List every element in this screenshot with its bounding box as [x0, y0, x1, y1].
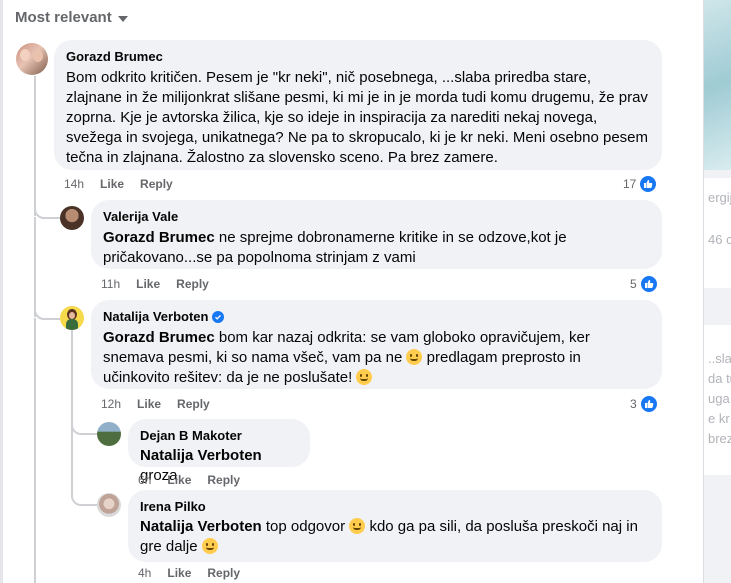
smirking-emoji-icon — [349, 518, 366, 534]
reaction-number: 17 — [623, 177, 637, 191]
mention-link[interactable]: Natalija Verboten — [140, 518, 262, 535]
like-button[interactable]: Like — [136, 277, 160, 291]
comment-actions: 11h Like Reply — [101, 277, 209, 291]
reply-button[interactable]: Reply — [207, 566, 240, 580]
background-image — [704, 0, 731, 170]
reply-button[interactable]: Reply — [207, 473, 240, 487]
mention-link[interactable]: Gorazd Brumec — [103, 329, 215, 346]
comment-author[interactable]: Gorazd Brumec — [66, 48, 650, 65]
background-text: ergija — [708, 190, 731, 205]
reaction-count[interactable]: 17 — [623, 175, 658, 193]
background-text: uga za — [708, 391, 731, 406]
background-page: ergija 46 co ..slab da tu uga za e kr br… — [704, 0, 731, 583]
comment-time[interactable]: 6h — [138, 473, 151, 487]
reply-button[interactable]: Reply — [140, 177, 173, 191]
background-text: e kr — [708, 411, 730, 426]
comment-author-row: Natalija Verboten — [103, 308, 650, 325]
background-text: ..slab — [708, 351, 731, 366]
comment-time[interactable]: 12h — [101, 397, 121, 411]
comment-actions: 4h Like Reply — [138, 566, 240, 580]
background-card: ergija 46 co — [704, 178, 731, 288]
mention-link[interactable]: Gorazd Brumec — [103, 229, 215, 246]
comment-bubble: Gorazd Brumec Bom odkrito kritičen. Pese… — [54, 40, 662, 170]
reaction-number: 5 — [630, 277, 637, 291]
grimacing-emoji-icon — [201, 538, 218, 554]
comment-body: top odgovor — [261, 518, 350, 535]
thread-connector — [34, 296, 60, 320]
comment-actions: 12h Like Reply — [101, 397, 210, 411]
winking-emoji-icon — [356, 369, 373, 385]
avatar[interactable] — [16, 43, 48, 75]
comment-time[interactable]: 4h — [138, 566, 151, 580]
comment-time[interactable]: 14h — [64, 177, 84, 191]
comment-author[interactable]: Irena Pilko — [140, 498, 650, 515]
thread-connector — [34, 195, 60, 219]
comment-text: Gorazd Brumec bom kar nazaj odkrita: se … — [103, 328, 650, 388]
reply-button[interactable]: Reply — [177, 397, 210, 411]
thread-connector — [71, 413, 97, 435]
like-button[interactable]: Like — [167, 566, 191, 580]
comment-bubble: Irena Pilko Natalija Verboten top odgovo… — [128, 490, 662, 562]
sort-label: Most relevant — [15, 9, 112, 26]
verified-badge-icon — [212, 310, 225, 323]
comment-actions: 6h Like Reply — [138, 473, 240, 487]
reaction-count[interactable]: 3 — [630, 395, 658, 413]
panel-right-border — [703, 0, 704, 583]
background-text: da tu — [708, 371, 731, 386]
avatar[interactable] — [97, 493, 121, 517]
thumbs-up-icon — [639, 395, 658, 413]
comment-bubble: Dejan B Makoter Natalija Verboten groza — [128, 419, 310, 484]
like-button[interactable]: Like — [100, 177, 124, 191]
background-card: ..slab da tu uga za e kr brez — [704, 325, 731, 475]
reply-button[interactable]: Reply — [176, 277, 209, 291]
caret-down-icon — [117, 15, 128, 22]
thumbs-up-icon — [639, 175, 658, 193]
comment-actions: 14h Like Reply — [64, 177, 173, 191]
sort-dropdown[interactable]: Most relevant — [15, 9, 128, 26]
thumbs-up-icon — [639, 275, 658, 293]
avatar[interactable] — [97, 422, 121, 446]
thread-line — [34, 318, 36, 583]
reaction-count[interactable]: 5 — [630, 275, 658, 293]
grinning-squinting-emoji-icon — [406, 349, 423, 365]
mention-link[interactable]: Natalija Verboten — [140, 447, 262, 464]
avatar[interactable] — [60, 206, 84, 230]
thread-line — [71, 433, 73, 483]
comment-time[interactable]: 11h — [101, 277, 120, 291]
reaction-number: 3 — [630, 397, 637, 411]
thread-connector — [71, 482, 97, 506]
background-text: brez — [708, 431, 731, 446]
avatar[interactable] — [60, 306, 84, 330]
comment-text: Gorazd Brumec ne sprejme dobronamerne kr… — [103, 228, 650, 268]
like-button[interactable]: Like — [137, 397, 161, 411]
comment-author[interactable]: Valerija Vale — [103, 208, 650, 225]
like-button[interactable]: Like — [167, 473, 191, 487]
comment-text: Natalija Verboten top odgovor kdo ga pa … — [140, 517, 650, 557]
comment-bubble: Natalija Verboten Gorazd Brumec bom kar … — [91, 300, 662, 389]
comment-author[interactable]: Natalija Verboten — [103, 308, 208, 325]
comment-text: Bom odkrito kritičen. Pesem je "kr neki"… — [66, 69, 649, 166]
comment-author[interactable]: Dejan B Makoter — [140, 427, 298, 444]
panel-left-border — [0, 0, 3, 583]
background-text: 46 co — [708, 232, 731, 247]
comment-bubble: Valerija Vale Gorazd Brumec ne sprejme d… — [91, 200, 662, 269]
